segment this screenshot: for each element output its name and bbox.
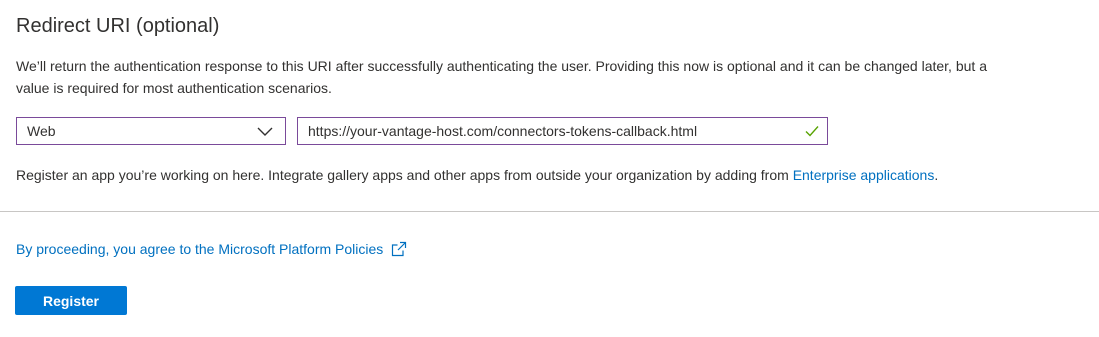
chevron-down-icon — [257, 127, 273, 136]
external-link-icon[interactable] — [391, 241, 407, 257]
platform-policies-link[interactable]: By proceeding, you agree to the Microsof… — [16, 241, 383, 257]
checkmark-icon — [805, 126, 819, 137]
platform-select-value: Web — [27, 123, 56, 139]
register-app-page: Redirect URI (optional) We’ll return the… — [0, 0, 1099, 337]
divider — [0, 211, 1099, 212]
redirect-uri-input[interactable]: https://your-vantage-host.com/connectors… — [297, 117, 828, 145]
section-description: We’ll return the authentication response… — [16, 58, 987, 96]
platform-policies: By proceeding, you agree to the Microsof… — [16, 241, 407, 257]
section-title: Redirect URI (optional) — [16, 15, 220, 37]
redirect-uri-value: https://your-vantage-host.com/connectors… — [308, 123, 698, 139]
platform-select[interactable]: Web — [16, 117, 286, 145]
help-text-suffix: . — [934, 167, 939, 183]
enterprise-applications-link[interactable]: Enterprise applications — [793, 167, 935, 183]
register-button[interactable]: Register — [15, 286, 127, 315]
help-text: Register an app you’re working on here. … — [16, 167, 938, 183]
help-text-body: Register an app you’re working on here. … — [16, 167, 793, 183]
